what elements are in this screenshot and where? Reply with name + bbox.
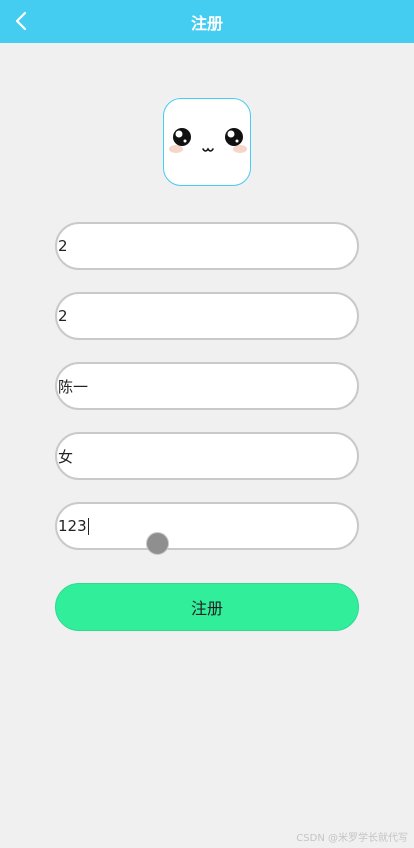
header-bar: 注册 xyxy=(0,0,414,43)
form-field-1[interactable]: 2 xyxy=(55,222,359,270)
form-field-4[interactable]: 女 xyxy=(55,432,359,480)
watermark: CSDN @米罗学长就代写 xyxy=(296,833,408,844)
form-field-3-value: 陈一 xyxy=(58,377,89,396)
text-caret xyxy=(87,517,89,535)
form-field-5[interactable]: 123 xyxy=(55,502,359,550)
chevron-left-icon xyxy=(15,11,27,31)
page-title: 注册 xyxy=(190,13,223,33)
kawaii-face-icon xyxy=(169,128,247,153)
back-button[interactable] xyxy=(6,6,36,36)
form-field-2-value: 2 xyxy=(58,307,68,325)
avatar xyxy=(163,98,251,186)
form-field-1-value: 2 xyxy=(58,237,68,255)
form-field-2[interactable]: 2 xyxy=(55,292,359,340)
form-field-3[interactable]: 陈一 xyxy=(55,362,359,410)
touch-indicator xyxy=(146,532,169,555)
form-field-4-value: 女 xyxy=(58,447,74,466)
form-field-5-value: 123 xyxy=(58,517,87,535)
register-button[interactable]: 注册 xyxy=(55,583,359,631)
